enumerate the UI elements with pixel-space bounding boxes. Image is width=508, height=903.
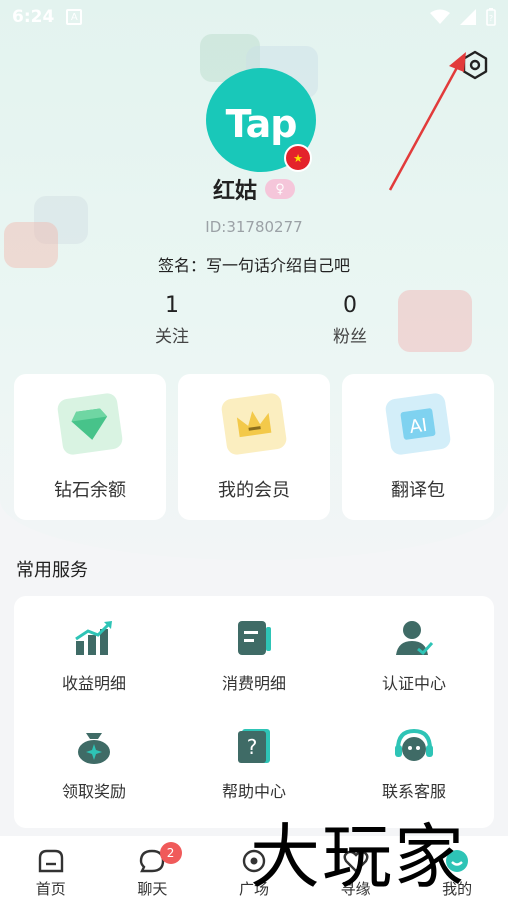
signal-icon xyxy=(460,9,476,25)
watermark-text: 大玩家 xyxy=(250,816,466,898)
translation-pack-label: 翻译包 xyxy=(391,480,445,501)
spending-doc-icon xyxy=(234,618,274,658)
china-flag-icon: ★ xyxy=(284,144,312,172)
diamond-balance-card[interactable]: 钻石余额 xyxy=(14,374,166,520)
service-label: 帮助中心 xyxy=(221,782,286,801)
income-chart-icon xyxy=(74,618,114,658)
service-label: 领取奖励 xyxy=(61,782,126,801)
nav-chat[interactable]: 2 聊天 xyxy=(102,836,204,903)
help-book-icon: ? xyxy=(234,726,274,766)
home-icon xyxy=(36,846,66,876)
status-bar: 6:24 A ? xyxy=(0,0,508,34)
service-verification-center[interactable]: 认证中心 xyxy=(334,596,494,696)
signature-text[interactable]: 签名：写一句话介绍自己吧 xyxy=(0,252,508,276)
chat-unread-badge: 2 xyxy=(159,842,182,864)
headset-icon xyxy=(394,726,434,766)
wifi-icon xyxy=(430,9,450,24)
svg-text:?: ? xyxy=(247,735,258,759)
service-label: 认证中心 xyxy=(381,674,446,693)
service-label: 联系客服 xyxy=(381,782,446,801)
following-stat[interactable]: 1 关注 xyxy=(112,292,232,347)
service-spending-details[interactable]: 消费明细 xyxy=(174,596,334,696)
diamond-balance-label: 钻石余额 xyxy=(54,480,126,501)
service-label: 消费明细 xyxy=(221,674,286,693)
svg-text:AI: AI xyxy=(408,415,428,438)
status-time: 6:24 xyxy=(12,7,55,27)
translate-icon: AI xyxy=(384,392,452,456)
translation-pack-card[interactable]: AI 翻译包 xyxy=(342,374,494,520)
fans-count: 0 xyxy=(343,293,357,318)
nav-label: 首页 xyxy=(35,880,66,898)
service-contact-support[interactable]: 联系客服 xyxy=(334,704,494,804)
reward-bag-icon xyxy=(74,726,114,766)
fans-stat[interactable]: 0 粉丝 xyxy=(290,292,410,347)
status-indicators: ? xyxy=(430,8,496,26)
crown-icon xyxy=(220,392,288,456)
nav-home[interactable]: 首页 xyxy=(0,836,102,903)
diamond-icon xyxy=(56,392,124,456)
services-section-title: 常用服务 xyxy=(16,560,88,581)
membership-label: 我的会员 xyxy=(218,480,290,501)
following-count: 1 xyxy=(165,293,179,318)
svg-text:?: ? xyxy=(489,14,493,23)
username: 红姑 xyxy=(212,179,257,204)
service-claim-reward[interactable]: 领取奖励 xyxy=(14,704,174,804)
female-gender-icon: ♀ xyxy=(265,179,295,199)
settings-button[interactable] xyxy=(458,48,492,82)
service-income-details[interactable]: 收益明细 xyxy=(14,596,174,696)
fans-label: 粉丝 xyxy=(333,327,367,347)
settings-icon xyxy=(462,50,488,80)
username-row: 红姑 ♀ xyxy=(0,172,508,206)
avatar-logo-text: Tap xyxy=(225,102,298,146)
following-label: 关注 xyxy=(155,327,189,347)
user-id: ID:31780277 xyxy=(205,218,303,236)
verify-user-icon xyxy=(394,618,434,658)
nav-label: 聊天 xyxy=(137,880,168,898)
services-card: 收益明细 消费明细 认证中心 领取奖励 ? 帮助中心 联系客服 xyxy=(14,596,494,828)
service-help-center[interactable]: ? 帮助中心 xyxy=(174,704,334,804)
membership-card[interactable]: 我的会员 xyxy=(178,374,330,520)
battery-icon: ? xyxy=(486,8,496,26)
service-label: 收益明细 xyxy=(61,674,126,693)
notification-icon: A xyxy=(66,9,83,25)
